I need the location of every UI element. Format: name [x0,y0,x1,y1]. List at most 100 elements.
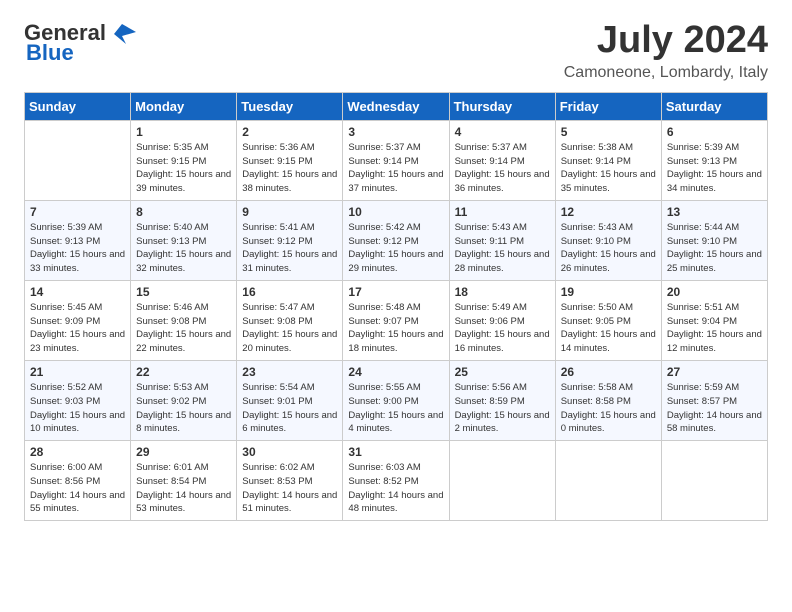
col-monday: Monday [131,92,237,120]
calendar-cell-3-1: 22 Sunrise: 5:53 AMSunset: 9:02 PMDayligh… [131,360,237,440]
calendar-week-4: 28Sunrise: 6:00 AMSunset: 8:56 PMDayligh… [25,441,768,521]
cell-info: Sunrise: 6:01 AMSunset: 8:54 PMDaylight:… [136,461,231,516]
logo-blue: Blue [26,40,74,66]
calendar-cell-1-2: 9 Sunrise: 5:41 AMSunset: 9:12 PMDaylight… [237,200,343,280]
day-number: 4 [455,125,550,139]
calendar-cell-4-4 [449,441,555,521]
header-row: Sunday Monday Tuesday Wednesday Thursday… [25,92,768,120]
calendar-cell-1-4: 11 Sunrise: 5:43 AMSunset: 9:11 PMDayligh… [449,200,555,280]
calendar-cell-3-5: 26Sunrise: 5:58 AMSunset: 8:58 PMDayligh… [555,360,661,440]
calendar-table: Sunday Monday Tuesday Wednesday Thursday… [24,92,768,521]
day-number: 29 [136,445,231,459]
day-number: 9 [242,205,337,219]
cell-info: Sunrise: 5:46 AMSunset: 9:08 PMDaylight:… [136,301,231,356]
cell-info: Sunrise: 5:37 AMSunset: 9:14 PMDaylight:… [348,141,443,196]
calendar-week-3: 21 Sunrise: 5:52 AMSunset: 9:03 PMDayligh… [25,360,768,440]
header: General Blue July 2024 Camoneone, Lombar… [24,20,768,82]
col-tuesday: Tuesday [237,92,343,120]
calendar-cell-4-3: 31Sunrise: 6:03 AMSunset: 8:52 PMDayligh… [343,441,449,521]
calendar-cell-4-6 [661,441,767,521]
cell-info: Sunrise: 5:37 AMSunset: 9:14 PMDaylight:… [455,141,550,196]
day-number: 16 [242,285,337,299]
cell-info: Sunrise: 5:53 AMSunset: 9:02 PMDaylight:… [136,381,231,436]
cell-info: Sunrise: 5:35 AMSunset: 9:15 PMDaylight:… [136,141,231,196]
day-number: 19 [561,285,656,299]
cell-info: Sunrise: 5:43 AMSunset: 9:11 PMDaylight:… [455,221,550,276]
day-number: 30 [242,445,337,459]
calendar-cell-4-1: 29 Sunrise: 6:01 AMSunset: 8:54 PMDayligh… [131,441,237,521]
calendar-cell-2-4: 18 Sunrise: 5:49 AMSunset: 9:06 PMDayligh… [449,280,555,360]
day-number: 6 [667,125,762,139]
calendar-cell-0-5: 5 Sunrise: 5:38 AMSunset: 9:14 PMDaylight… [555,120,661,200]
logo: General Blue [24,20,136,66]
calendar-cell-2-5: 19 Sunrise: 5:50 AMSunset: 9:05 PMDayligh… [555,280,661,360]
cell-info: Sunrise: 5:39 AMSunset: 9:13 PMDaylight:… [667,141,762,196]
page: General Blue July 2024 Camoneone, Lombar… [0,0,792,541]
calendar-cell-0-6: 6 Sunrise: 5:39 AMSunset: 9:13 PMDaylight… [661,120,767,200]
calendar-cell-2-1: 15Sunrise: 5:46 AMSunset: 9:08 PMDayligh… [131,280,237,360]
calendar-cell-1-1: 8 Sunrise: 5:40 AMSunset: 9:13 PMDaylight… [131,200,237,280]
day-number: 18 [455,285,550,299]
day-number: 22 [136,365,231,379]
cell-info: Sunrise: 5:41 AMSunset: 9:12 PMDaylight:… [242,221,337,276]
day-number: 23 [242,365,337,379]
col-thursday: Thursday [449,92,555,120]
cell-info: Sunrise: 5:40 AMSunset: 9:13 PMDaylight:… [136,221,231,276]
cell-info: Sunrise: 6:03 AMSunset: 8:52 PMDaylight:… [348,461,443,516]
calendar-cell-3-3: 24Sunrise: 5:55 AMSunset: 9:00 PMDayligh… [343,360,449,440]
cell-info: Sunrise: 5:50 AMSunset: 9:05 PMDaylight:… [561,301,656,356]
cell-info: Sunrise: 5:43 AMSunset: 9:10 PMDaylight:… [561,221,656,276]
calendar-cell-3-0: 21 Sunrise: 5:52 AMSunset: 9:03 PMDayligh… [25,360,131,440]
calendar-cell-0-4: 4 Sunrise: 5:37 AMSunset: 9:14 PMDaylight… [449,120,555,200]
day-number: 7 [30,205,125,219]
day-number: 27 [667,365,762,379]
day-number: 17 [348,285,443,299]
calendar-cell-4-0: 28Sunrise: 6:00 AMSunset: 8:56 PMDayligh… [25,441,131,521]
day-number: 10 [348,205,443,219]
calendar-cell-1-6: 13 Sunrise: 5:44 AMSunset: 9:10 PMDayligh… [661,200,767,280]
cell-info: Sunrise: 5:44 AMSunset: 9:10 PMDaylight:… [667,221,762,276]
month-title: July 2024 [564,20,768,62]
cell-info: Sunrise: 5:38 AMSunset: 9:14 PMDaylight:… [561,141,656,196]
day-number: 13 [667,205,762,219]
cell-info: Sunrise: 5:49 AMSunset: 9:06 PMDaylight:… [455,301,550,356]
cell-info: Sunrise: 5:39 AMSunset: 9:13 PMDaylight:… [30,221,125,276]
calendar-cell-3-2: 23 Sunrise: 5:54 AMSunset: 9:01 PMDayligh… [237,360,343,440]
day-number: 1 [136,125,231,139]
cell-info: Sunrise: 5:54 AMSunset: 9:01 PMDaylight:… [242,381,337,436]
day-number: 3 [348,125,443,139]
calendar-cell-3-6: 27 Sunrise: 5:59 AMSunset: 8:57 PMDayligh… [661,360,767,440]
calendar-cell-0-3: 3 Sunrise: 5:37 AMSunset: 9:14 PMDaylight… [343,120,449,200]
calendar-cell-1-3: 10Sunrise: 5:42 AMSunset: 9:12 PMDayligh… [343,200,449,280]
calendar-cell-0-1: 1 Sunrise: 5:35 AMSunset: 9:15 PMDaylight… [131,120,237,200]
calendar-week-0: 1 Sunrise: 5:35 AMSunset: 9:15 PMDaylight… [25,120,768,200]
col-sunday: Sunday [25,92,131,120]
day-number: 26 [561,365,656,379]
day-number: 8 [136,205,231,219]
cell-info: Sunrise: 5:36 AMSunset: 9:15 PMDaylight:… [242,141,337,196]
cell-info: Sunrise: 5:59 AMSunset: 8:57 PMDaylight:… [667,381,762,436]
cell-info: Sunrise: 5:51 AMSunset: 9:04 PMDaylight:… [667,301,762,356]
day-number: 25 [455,365,550,379]
cell-info: Sunrise: 5:52 AMSunset: 9:03 PMDaylight:… [30,381,125,436]
calendar-week-1: 7 Sunrise: 5:39 AMSunset: 9:13 PMDaylight… [25,200,768,280]
col-friday: Friday [555,92,661,120]
day-number: 14 [30,285,125,299]
logo-bird-icon [108,22,136,44]
location: Camoneone, Lombardy, Italy [564,64,768,82]
cell-info: Sunrise: 5:55 AMSunset: 9:00 PMDaylight:… [348,381,443,436]
calendar-cell-3-4: 25Sunrise: 5:56 AMSunset: 8:59 PMDayligh… [449,360,555,440]
day-number: 21 [30,365,125,379]
cell-info: Sunrise: 6:02 AMSunset: 8:53 PMDaylight:… [242,461,337,516]
calendar-cell-0-2: 2Sunrise: 5:36 AMSunset: 9:15 PMDaylight… [237,120,343,200]
calendar-cell-4-2: 30 Sunrise: 6:02 AMSunset: 8:53 PMDayligh… [237,441,343,521]
col-saturday: Saturday [661,92,767,120]
day-number: 11 [455,205,550,219]
calendar-cell-1-5: 12Sunrise: 5:43 AMSunset: 9:10 PMDayligh… [555,200,661,280]
day-number: 20 [667,285,762,299]
day-number: 5 [561,125,656,139]
calendar-cell-2-2: 16Sunrise: 5:47 AMSunset: 9:08 PMDayligh… [237,280,343,360]
cell-info: Sunrise: 6:00 AMSunset: 8:56 PMDaylight:… [30,461,125,516]
calendar-cell-1-0: 7 Sunrise: 5:39 AMSunset: 9:13 PMDaylight… [25,200,131,280]
col-wednesday: Wednesday [343,92,449,120]
